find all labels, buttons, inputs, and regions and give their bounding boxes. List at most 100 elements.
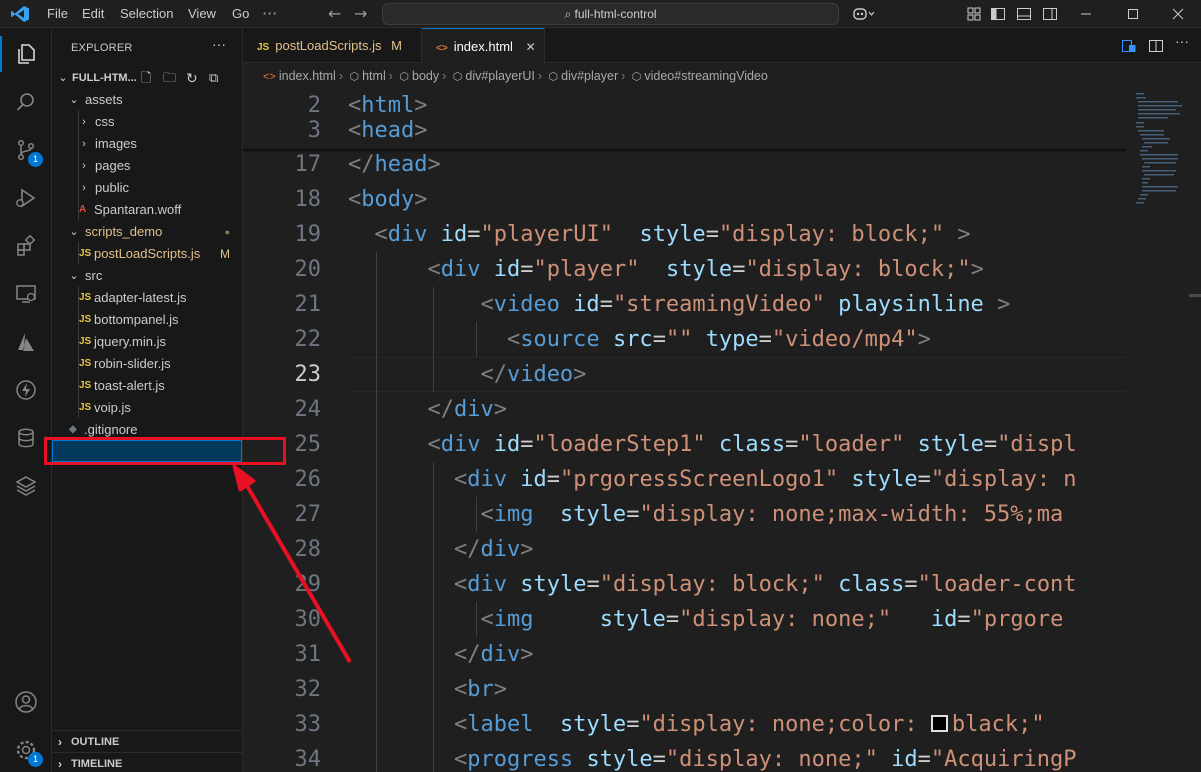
color-swatch-icon[interactable]: [930, 715, 948, 732]
code-line[interactable]: 19 <div id="playerUI" style="display: bl…: [243, 217, 1126, 252]
menu-view[interactable]: View: [188, 0, 216, 28]
tree-item-pages[interactable]: › pages: [52, 155, 242, 177]
manage-activity-button[interactable]: 1: [0, 726, 52, 772]
minimap[interactable]: [1126, 89, 1186, 772]
close-icon[interactable]: ✕: [526, 40, 536, 54]
tree-item-label: postLoadScripts.js: [94, 246, 201, 261]
thunder-client-activity-button[interactable]: [0, 366, 52, 414]
menu-selection[interactable]: Selection: [120, 0, 173, 28]
search-activity-button[interactable]: [0, 78, 52, 126]
more-menu-icon[interactable]: ···: [262, 5, 277, 23]
search-icon: ⌕: [564, 7, 575, 21]
explorer-activity-button[interactable]: [0, 30, 52, 78]
tree-item-jquery-min-js[interactable]: JS jquery.min.js: [52, 331, 242, 353]
chevron-down-icon: ⌄: [69, 226, 79, 238]
indent-guide: [433, 287, 434, 392]
accounts-activity-button[interactable]: [0, 678, 52, 726]
tree-item-adapter-latest-js[interactable]: JS adapter-latest.js: [52, 287, 242, 309]
code-line[interactable]: 18 <body>: [243, 182, 1126, 217]
command-center-search[interactable]: ⌕ full-html-control: [382, 3, 839, 25]
collapse-all-icon[interactable]: ⧉: [209, 67, 218, 89]
tree-item-public[interactable]: › public: [52, 177, 242, 199]
copilot-icon[interactable]: [852, 6, 876, 22]
menu-edit[interactable]: Edit: [82, 0, 104, 28]
tree-item-scripts-demo[interactable]: ⌄ scripts_demo ●: [52, 221, 242, 243]
minimize-button[interactable]: [1063, 0, 1109, 28]
tree-item-postloadscripts-js[interactable]: JS postLoadScripts.js M: [52, 243, 242, 265]
tree-item-bottompanel-js[interactable]: JS bottompanel.js: [52, 309, 242, 331]
modified-badge: M: [220, 247, 230, 261]
breadcrumb-item[interactable]: ⬡ body: [399, 69, 439, 83]
source-control-activity-button[interactable]: 1: [0, 126, 52, 174]
extensions-activity-button[interactable]: [0, 222, 52, 270]
maximize-button[interactable]: [1110, 0, 1156, 28]
layers-activity-button[interactable]: [0, 462, 52, 510]
new-folder-icon[interactable]: 🗀: [163, 67, 176, 89]
breadcrumb-item[interactable]: <> index.html: [263, 69, 336, 83]
tree-item-toast-alert-js[interactable]: JS toast-alert.js: [52, 375, 242, 397]
azure-activity-button[interactable]: [0, 318, 52, 366]
new-file-icon[interactable]: 🗋: [141, 67, 151, 89]
refresh-icon[interactable]: ↻: [186, 67, 198, 89]
breadcrumb-label: div#playerUI: [465, 69, 535, 83]
breadcrumb-item[interactable]: ⬡ html: [350, 69, 386, 83]
menu-go[interactable]: Go: [232, 0, 249, 28]
breadcrumb-label: body: [412, 69, 440, 83]
outline-section-header[interactable]: › OUTLINE: [52, 730, 242, 752]
timeline-section-header[interactable]: › TIMELINE: [52, 752, 242, 772]
tab-postloadscripts[interactable]: JS postLoadScripts.js M: [243, 28, 422, 63]
settings-badge: 1: [28, 752, 43, 767]
tree-item-spantaran-woff[interactable]: A Spantaran.woff: [52, 199, 242, 221]
forward-arrow-icon[interactable]: →: [354, 5, 367, 23]
more-actions-icon[interactable]: ···: [212, 36, 226, 52]
search-icon: [16, 93, 34, 111]
close-window-button[interactable]: [1155, 0, 1201, 28]
js-file-icon: JS: [79, 336, 92, 347]
line-number: 30: [294, 607, 322, 632]
tree-item-images[interactable]: › images: [52, 133, 242, 155]
tree-item-src[interactable]: ⌄ src: [52, 265, 242, 287]
remote-explorer-activity-button[interactable]: [0, 270, 52, 318]
customize-layout-icon[interactable]: [966, 6, 982, 22]
breadcrumb: <> index.html › ⬡ html › ⬡ body › ⬡ div#playerU…: [243, 63, 1201, 89]
more-actions-icon[interactable]: ···: [1175, 33, 1189, 49]
tab-index-html[interactable]: <> index.html ✕: [422, 28, 545, 63]
tree-item-assets[interactable]: ⌄ assets: [52, 89, 242, 111]
code-line[interactable]: 3 <head>: [243, 113, 1126, 148]
chevron-right-icon: ›: [621, 69, 626, 83]
split-editor-icon[interactable]: [1148, 38, 1164, 54]
open-preview-icon[interactable]: [1121, 38, 1137, 54]
chevron-right-icon: ›: [442, 69, 447, 83]
editor-tabs: JS postLoadScripts.js M <> index.html ✕ ··…: [243, 28, 1201, 63]
sticky-scroll-shadow: [243, 149, 1126, 153]
run-debug-activity-button[interactable]: [0, 174, 52, 222]
tree-item-voip-js[interactable]: JS voip.js: [52, 397, 242, 419]
code-editor[interactable]: 2 <html> 3 <head> 17 </head> 18 <body> 19 <div i…: [243, 89, 1201, 772]
breadcrumb-item[interactable]: ⬡ div#playerUI: [453, 69, 535, 83]
timeline-title: TIMELINE: [71, 758, 123, 770]
toggle-secondary-sidebar-icon[interactable]: [1042, 6, 1058, 22]
back-arrow-icon[interactable]: ←: [328, 5, 341, 23]
line-number: 32: [294, 677, 322, 702]
tree-item-css[interactable]: › css: [52, 111, 242, 133]
vertical-scrollbar[interactable]: [1186, 89, 1201, 772]
breadcrumb-item[interactable]: ⬡ video#streamingVideo: [632, 69, 768, 83]
chevron-right-icon: ›: [82, 160, 86, 172]
element-icon: ⬡: [548, 71, 559, 83]
toggle-panel-icon[interactable]: [1016, 6, 1032, 22]
chevron-down-icon: ⌄: [69, 94, 79, 106]
breadcrumb-label: index.html: [278, 69, 336, 83]
workspace-header[interactable]: ⌄ FULL-HTM... 🗋 🗀 ↻ ⧉: [52, 67, 242, 89]
sidebar-title: EXPLORER: [71, 42, 133, 54]
tree-item-robin-slider-js[interactable]: JS robin-slider.js: [52, 353, 242, 375]
modified-badge: M: [391, 38, 402, 53]
run-debug-icon: [16, 188, 36, 208]
chevron-right-icon: ›: [82, 182, 86, 194]
menu-file[interactable]: File: [47, 0, 68, 28]
code-text: <progress style="display: none;" id="Acq…: [453, 747, 1077, 772]
code-text: <body>: [348, 187, 428, 212]
breadcrumb-item[interactable]: ⬡ div#player: [549, 69, 619, 83]
minimize-icon: [1081, 13, 1091, 15]
code-text: <head>: [348, 118, 428, 143]
toggle-primary-sidebar-icon[interactable]: [990, 6, 1006, 22]
